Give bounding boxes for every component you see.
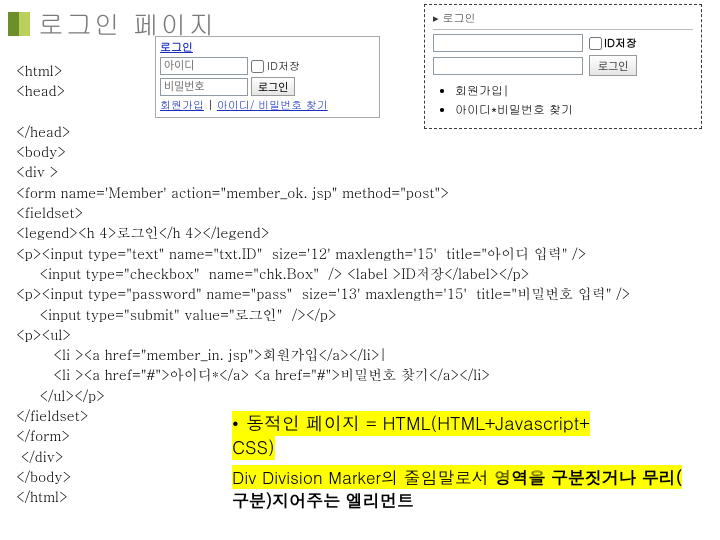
code-line: </form>: [16, 425, 70, 445]
code-line: <p><input type="text" name="txt.ID" size…: [16, 243, 586, 263]
code-line: <fieldset>: [16, 202, 83, 222]
code-line: </fieldset>: [16, 405, 89, 425]
note-div-definition: Div Division Marker의 줄임말로서 영역을 구분짓거나 무리(…: [232, 466, 696, 512]
login2-save-checkbox[interactable]: [589, 37, 602, 50]
note2-part-c: 구분)지어주는 엘리먼트: [232, 488, 414, 512]
code-line: <div >: [16, 161, 58, 181]
note1-line1: 동적인 페이지 = HTML(HTML+Javascript+: [246, 411, 590, 436]
code-line: </body>: [16, 466, 71, 486]
title-decoration-icon: [8, 12, 30, 36]
code-line: <li ><a href="member_in. jsp">회원가입</a></…: [16, 344, 388, 364]
login2-save-label: ID저장: [604, 36, 637, 51]
login2-header: ▸ 로그인: [433, 11, 693, 30]
login2-row-id: ID저장: [433, 34, 693, 52]
bullet-icon: •: [232, 412, 246, 436]
note2-part-a: Div Division Marker의 줄임말로서: [232, 465, 494, 489]
code-line: </div>: [16, 446, 64, 466]
code-line: <legend><h 4>로그인</h 4></legend>: [16, 222, 269, 242]
code-line: </ul></p>: [16, 385, 105, 405]
code-line: <li ><a href="#">아이디*</a> <a href="#">비밀…: [16, 364, 490, 384]
code-line: <head>: [16, 80, 65, 100]
code-line: <input type="submit" value="로그인" /></p>: [16, 304, 337, 324]
login2-header-text: 로그인: [443, 11, 476, 26]
login1-legend: 로그인: [160, 40, 375, 55]
code-line: <input type="checkbox" name="chk.Box" />…: [16, 263, 529, 283]
login2-save-wrap: ID저장: [589, 36, 637, 51]
login2-id-input[interactable]: [433, 34, 583, 52]
note1-line2: CSS): [232, 435, 275, 460]
code-line: </head>: [16, 121, 71, 141]
code-line: <body>: [16, 141, 66, 161]
code-line: <form name='Member' action="member_ok. j…: [16, 182, 449, 202]
note-dynamic-page: •동적인 페이지 = HTML(HTML+Javascript+ CSS): [232, 412, 632, 461]
note2-part-b: 영역을 구분짓거나 무리(: [494, 465, 682, 489]
bullet-icon: ▸: [433, 11, 439, 26]
code-line: <p><ul>: [16, 324, 71, 344]
code-line: </html>: [16, 486, 68, 506]
code-line: <html>: [16, 60, 63, 80]
code-line: <p><input type="password" name="pass" si…: [16, 283, 630, 303]
